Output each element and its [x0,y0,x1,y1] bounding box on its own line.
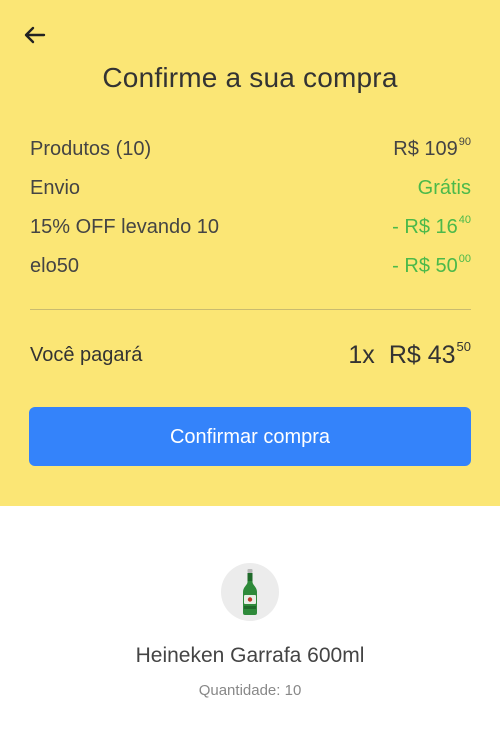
product-quantity: Quantidade: 10 [198,682,302,699]
arrow-left-icon [24,26,46,44]
summary-row-discount: 15% OFF levando 10 - R$ 1640 [30,213,471,241]
divider [30,309,471,310]
beer-bottle-icon [243,569,257,615]
summary-value: - R$ 1640 [392,213,471,238]
summary-row-produtos: Produtos (10) R$ 10990 [30,135,471,163]
product-name: Heineken Garrafa 600ml [135,644,365,667]
confirm-purchase-button[interactable]: Confirmar compra [29,407,471,466]
total-amount: 1x R$ 4350 [348,338,471,369]
page-title: Confirme a sua compra [102,62,398,93]
summary-label: elo50 [30,254,79,277]
summary-label: Envio [30,176,81,199]
summary-row-envio: Envio Grátis [30,174,471,202]
summary-value: R$ 10990 [393,135,471,160]
summary-value: Grátis [417,176,471,199]
summary-label: Produtos (10) [30,137,152,160]
total-row: Você pagará 1x R$ 4350 [30,338,471,372]
summary-row-coupon: elo50 - R$ 5000 [30,252,471,280]
back-button[interactable] [20,22,50,48]
product-thumbnail [221,563,279,621]
summary-label: 15% OFF levando 10 [30,215,219,238]
checkout-summary-panel: Confirme a sua compra Produtos (10) R$ 1… [0,0,500,506]
summary-value: - R$ 5000 [392,252,471,277]
total-label: Você pagará [30,343,143,366]
